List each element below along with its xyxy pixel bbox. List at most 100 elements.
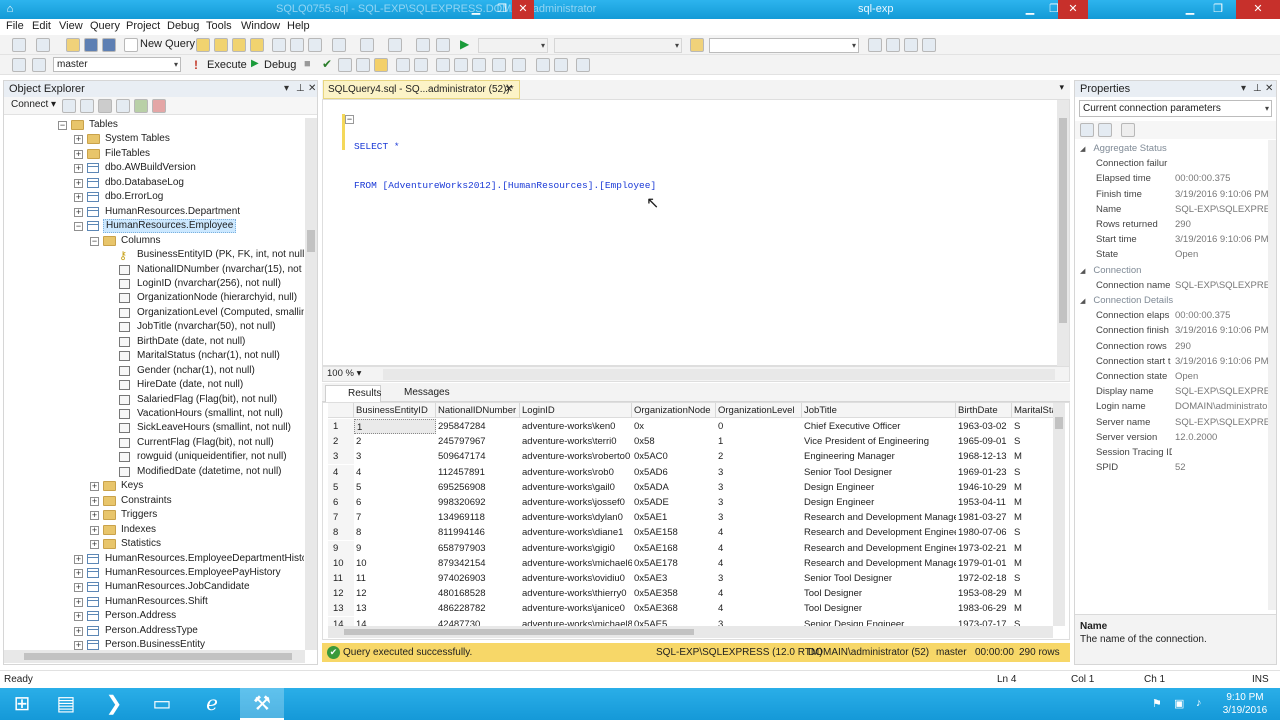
table-cell[interactable]: 7 [354, 510, 436, 525]
sql-code[interactable]: SELECT * FROM [AdventureWorks2012].[Huma… [354, 114, 656, 218]
expand-icon[interactable]: + [90, 482, 99, 492]
table-cell[interactable]: S [1012, 525, 1056, 540]
specify-values-icon[interactable] [512, 58, 526, 72]
connect-icon[interactable] [12, 58, 26, 72]
table-row[interactable]: 11 11 974026903 adventure-works\ovidiu0 0x5A… [328, 571, 1056, 586]
table-cell[interactable]: adventure-works\diane1 [520, 525, 632, 540]
table-cell[interactable]: Design Engineer [802, 480, 956, 495]
column-header[interactable]: MaritalStatu [1012, 403, 1056, 418]
row-number[interactable]: 8 [328, 525, 354, 541]
table-cell[interactable]: 974026903 [436, 571, 520, 586]
column-header[interactable]: OrganizationLevel [716, 403, 802, 418]
table-cell[interactable]: Research and Development Engineer [802, 525, 956, 540]
server-manager-icon[interactable]: ▤ [44, 688, 88, 720]
table-cell[interactable]: 4 [716, 601, 802, 616]
table-cell[interactable]: 0x5ADA [632, 480, 716, 495]
table-cell[interactable]: Senior Tool Designer [802, 465, 956, 480]
close-button-outer[interactable]: ✕ [1236, 0, 1280, 19]
categorized-icon[interactable] [1080, 123, 1094, 137]
property-row[interactable]: Finish time 3/19/2016 9:10:06 PM [1092, 187, 1272, 202]
table-cell[interactable]: 2 [716, 449, 802, 464]
property-row[interactable]: Login name DOMAIN\administrator [1092, 399, 1272, 414]
close-button-inner[interactable]: ✕ [1058, 0, 1088, 19]
table-cell[interactable]: adventure-works\gail0 [520, 480, 632, 495]
collapse-icon[interactable]: − [74, 222, 83, 232]
editor-hscroll[interactable] [383, 369, 1055, 380]
vscroll-thumb[interactable] [307, 230, 315, 252]
play-icon[interactable]: ▶ [460, 37, 469, 51]
table-cell[interactable]: 509647174 [436, 449, 520, 464]
pin-dropdown-icon[interactable]: ▾ [284, 81, 289, 97]
table-row[interactable]: 3 3 509647174 adventure-works\roberto0 0x5AC… [328, 449, 1056, 465]
property-row[interactable]: State Open [1092, 247, 1272, 262]
table-cell[interactable]: adventure-works\thierry0 [520, 586, 632, 601]
file-explorer-icon[interactable]: ▭ [140, 688, 184, 720]
property-pages-icon[interactable] [1121, 123, 1135, 137]
table-cell[interactable]: 0x5AC0 [632, 449, 716, 464]
table-cell[interactable]: Vice President of Engineering [802, 434, 956, 449]
property-row[interactable]: Start time 3/19/2016 9:10:06 PM [1092, 232, 1272, 247]
forward-icon[interactable] [36, 38, 50, 52]
expand-icon[interactable]: + [74, 568, 83, 578]
table-row[interactable]: 4 4 112457891 adventure-works\rob0 0x5AD6 3 Se… [328, 464, 1056, 480]
results-file-icon[interactable] [454, 58, 468, 72]
execute-button[interactable]: Execute [207, 59, 247, 71]
menu-file[interactable]: File [6, 20, 24, 32]
table-cell[interactable]: 0x58 [632, 434, 716, 449]
table-cell[interactable]: adventure-works\jossef0 [520, 495, 632, 510]
table-cell[interactable]: 0x5AE168 [632, 541, 716, 556]
table-cell[interactable]: 3 [716, 571, 802, 586]
menu-tools[interactable]: Tools [206, 20, 232, 32]
table-cell[interactable]: 1 [354, 419, 436, 434]
property-row[interactable]: Session Tracing ID [1092, 445, 1272, 460]
property-category[interactable]: ◢ Connection [1080, 263, 1270, 278]
table-cell[interactable]: 1972-02-18 [956, 571, 1012, 586]
window-layout-icon[interactable] [922, 38, 936, 52]
tray-flag-icon[interactable]: ⚑ [1152, 697, 1162, 710]
row-number[interactable]: 1 [328, 419, 354, 434]
stop-icon[interactable] [98, 99, 112, 113]
table-cell[interactable]: 3 [716, 510, 802, 525]
menu-edit[interactable]: Edit [32, 20, 51, 32]
property-row[interactable]: Server version 12.0.2000 [1092, 430, 1272, 445]
table-cell[interactable]: M [1012, 495, 1056, 510]
expand-icon[interactable]: + [90, 540, 99, 550]
table-cell[interactable]: adventure-works\roberto0 [520, 449, 632, 464]
maximize-button-outer[interactable]: ❐ [1204, 0, 1232, 19]
find-icon[interactable] [690, 38, 704, 52]
table-cell[interactable]: Senior Tool Designer [802, 571, 956, 586]
results-vscroll-thumb[interactable] [1055, 417, 1063, 429]
table-cell[interactable]: 811994146 [436, 525, 520, 540]
table-cell[interactable]: Research and Development Engineer [802, 541, 956, 556]
table-cell[interactable]: 0x5AE3 [632, 571, 716, 586]
property-row[interactable]: Server name SQL-EXP\SQLEXPRESS [1092, 415, 1272, 430]
find-combo[interactable]: ▾ [709, 38, 859, 53]
tab-results[interactable]: Results [325, 385, 381, 402]
table-cell[interactable]: M [1012, 586, 1056, 601]
table-cell[interactable]: 112457891 [436, 465, 520, 480]
new-query-icon[interactable] [124, 38, 138, 52]
property-row[interactable]: Name SQL-EXP\SQLEXPRESS [1092, 202, 1272, 217]
table-cell[interactable]: 658797903 [436, 541, 520, 556]
collapse-icon[interactable]: − [58, 121, 67, 130]
connect-dropdown[interactable]: Connect ▾ [11, 99, 56, 110]
collapse-region-icon[interactable]: − [345, 115, 354, 124]
table-cell[interactable]: Design Engineer [802, 495, 956, 510]
save-icon[interactable] [84, 38, 98, 52]
table-cell[interactable]: 0x5AE1 [632, 510, 716, 525]
results-text-icon[interactable] [414, 58, 428, 72]
table-cell[interactable]: 1 [716, 434, 802, 449]
table-cell[interactable]: 0x5ADE [632, 495, 716, 510]
expand-icon[interactable]: + [74, 207, 83, 217]
row-number[interactable]: 10 [328, 555, 354, 571]
property-row[interactable]: Connection start t 3/19/2016 9:10:06 PM [1092, 354, 1272, 369]
table-cell[interactable]: Research and Development Manager [802, 510, 956, 525]
table-cell[interactable]: adventure-works\gigi0 [520, 541, 632, 556]
row-number[interactable]: 5 [328, 479, 354, 495]
minimize-button-outer[interactable]: ▁ [1176, 0, 1204, 19]
expand-icon[interactable]: + [74, 164, 83, 174]
database-select[interactable]: master ▾ [53, 57, 181, 72]
table-cell[interactable]: S [1012, 419, 1056, 434]
row-number[interactable]: 13 [328, 601, 354, 617]
analysis-query-icon[interactable] [214, 38, 228, 52]
